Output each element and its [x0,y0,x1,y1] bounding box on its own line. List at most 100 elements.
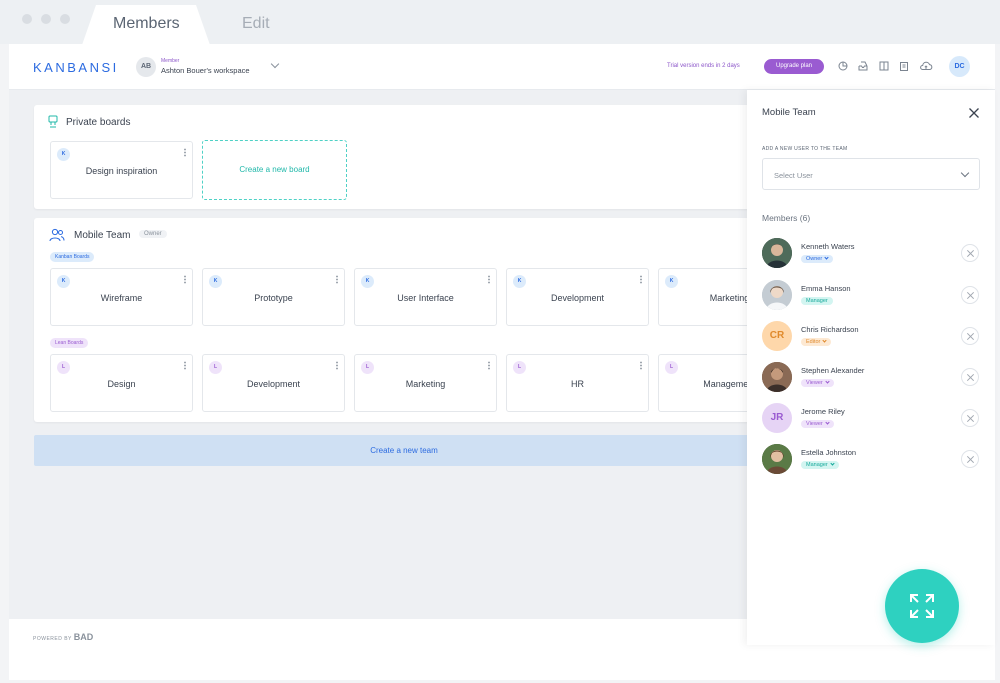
window-control-dot[interactable] [60,14,70,24]
member-row: Estella Johnston Manager [762,444,982,476]
chevron-down-icon [825,379,830,384]
pie-chart-icon[interactable] [838,61,848,71]
remove-member-button[interactable] [961,450,979,468]
board-type-badge: L [209,361,222,374]
workspace-role: Member [161,58,180,64]
chevron-down-icon [960,168,970,178]
user-avatar[interactable]: DC [949,56,970,77]
create-team-button[interactable]: Create a new team [34,435,774,466]
team-name[interactable]: Mobile Team [74,230,131,241]
window-titlebar: Members Edit [0,0,1000,44]
tab-members-label[interactable]: Members [113,15,180,33]
board-type-badge: L [361,361,374,374]
more-options-icon[interactable] [640,361,642,370]
cloud-upload-icon[interactable] [919,61,933,71]
board-type-badge: K [209,275,222,288]
member-avatar[interactable]: CR [762,321,792,351]
board-card[interactable]: K Wireframe [50,268,193,326]
board-name: Marketing [405,379,446,389]
member-avatar[interactable]: JR [762,403,792,433]
more-options-icon[interactable] [640,275,642,284]
member-name: Stephen Alexander [801,366,865,375]
remove-member-button[interactable] [961,409,979,427]
more-options-icon[interactable] [336,275,338,284]
kanbansi-logo[interactable]: KANBANSI [33,60,119,75]
team-users-icon [49,228,65,242]
team-members-panel: Mobile Team ADD A NEW USER TO THE TEAM S… [747,90,995,645]
workspace-name[interactable]: Ashton Bouer's workspace [161,66,250,75]
more-options-icon[interactable] [184,148,186,157]
workspace-avatar[interactable]: AB [136,57,156,77]
person-photo-icon [762,362,792,392]
member-role-dropdown[interactable]: Owner [801,255,834,263]
expand-button[interactable] [885,569,959,643]
board-type-badge: L [665,361,678,374]
member-avatar[interactable] [762,444,792,474]
member-role: Manager [806,462,828,468]
member-role-dropdown[interactable]: Manager [801,461,839,469]
add-user-label: ADD A NEW USER TO THE TEAM [762,146,848,152]
member-avatar[interactable] [762,280,792,310]
trial-notice: Trial version ends in 2 days [667,63,740,69]
person-photo-icon [762,444,792,474]
member-role-dropdown[interactable]: Viewer [801,420,834,428]
panel-title: Mobile Team [762,107,816,118]
more-options-icon[interactable] [488,275,490,284]
select-user-dropdown[interactable]: Select User [762,158,980,190]
create-board-button[interactable]: Create a new board [202,140,347,200]
member-role-dropdown[interactable]: Editor [801,338,832,346]
team-section: Mobile Team Owner Kanban Boards K Wirefr… [34,218,801,422]
person-photo-icon [762,280,792,310]
member-role-dropdown[interactable]: Viewer [801,379,834,387]
board-name: User Interface [397,293,454,303]
lean-boards-label: Lean Boards [50,338,89,348]
more-options-icon[interactable] [184,361,186,370]
window-control-dot[interactable] [41,14,51,24]
chevron-down-icon [830,461,835,466]
board-card[interactable]: L HR [506,354,649,412]
select-user-placeholder: Select User [774,171,813,180]
chevron-down-icon[interactable] [270,59,280,69]
member-row: JR Jerome Riley Viewer [762,403,982,435]
private-boards-section: Private boards K Design inspiration Crea… [34,105,774,209]
member-avatar[interactable] [762,238,792,268]
board-card[interactable]: L Development [202,354,345,412]
clipboard-icon[interactable] [899,61,909,71]
private-boards-title: Private boards [66,117,131,128]
board-card[interactable]: K Design inspiration [50,141,193,199]
member-row: Kenneth Waters Owner [762,238,982,270]
member-role-dropdown[interactable]: Manager [801,297,833,305]
tab-edit[interactable]: Edit [242,15,270,33]
member-avatar[interactable] [762,362,792,392]
board-type-badge: K [513,275,526,288]
pin-icon [48,115,58,128]
members-count: Members (6) [762,213,811,223]
remove-member-button[interactable] [961,244,979,262]
member-role: Viewer [806,421,823,427]
remove-member-button[interactable] [961,286,979,304]
team-role-badge: Owner [139,230,167,238]
powered-by-prefix: POWERED BY [33,636,72,642]
board-type-badge: K [665,275,678,288]
board-card[interactable]: L Design [50,354,193,412]
more-options-icon[interactable] [336,361,338,370]
board-name: HR [571,379,584,389]
bad-logo[interactable]: BAD [74,632,94,642]
more-options-icon[interactable] [488,361,490,370]
remove-member-button[interactable] [961,327,979,345]
board-card[interactable]: K Development [506,268,649,326]
window-control-dot[interactable] [22,14,32,24]
columns-icon[interactable] [879,61,889,71]
board-card[interactable]: K User Interface [354,268,497,326]
member-name: Emma Hanson [801,284,851,293]
inbox-icon[interactable] [858,61,868,71]
close-icon[interactable] [968,107,980,119]
remove-member-button[interactable] [961,368,979,386]
chevron-down-icon [825,420,830,425]
member-name: Chris Richardson [801,325,859,334]
more-options-icon[interactable] [184,275,186,284]
board-card[interactable]: L Marketing [354,354,497,412]
member-row: Emma Hanson Manager [762,280,982,312]
upgrade-plan-button[interactable]: Upgrade plan [764,59,824,74]
board-card[interactable]: K Prototype [202,268,345,326]
